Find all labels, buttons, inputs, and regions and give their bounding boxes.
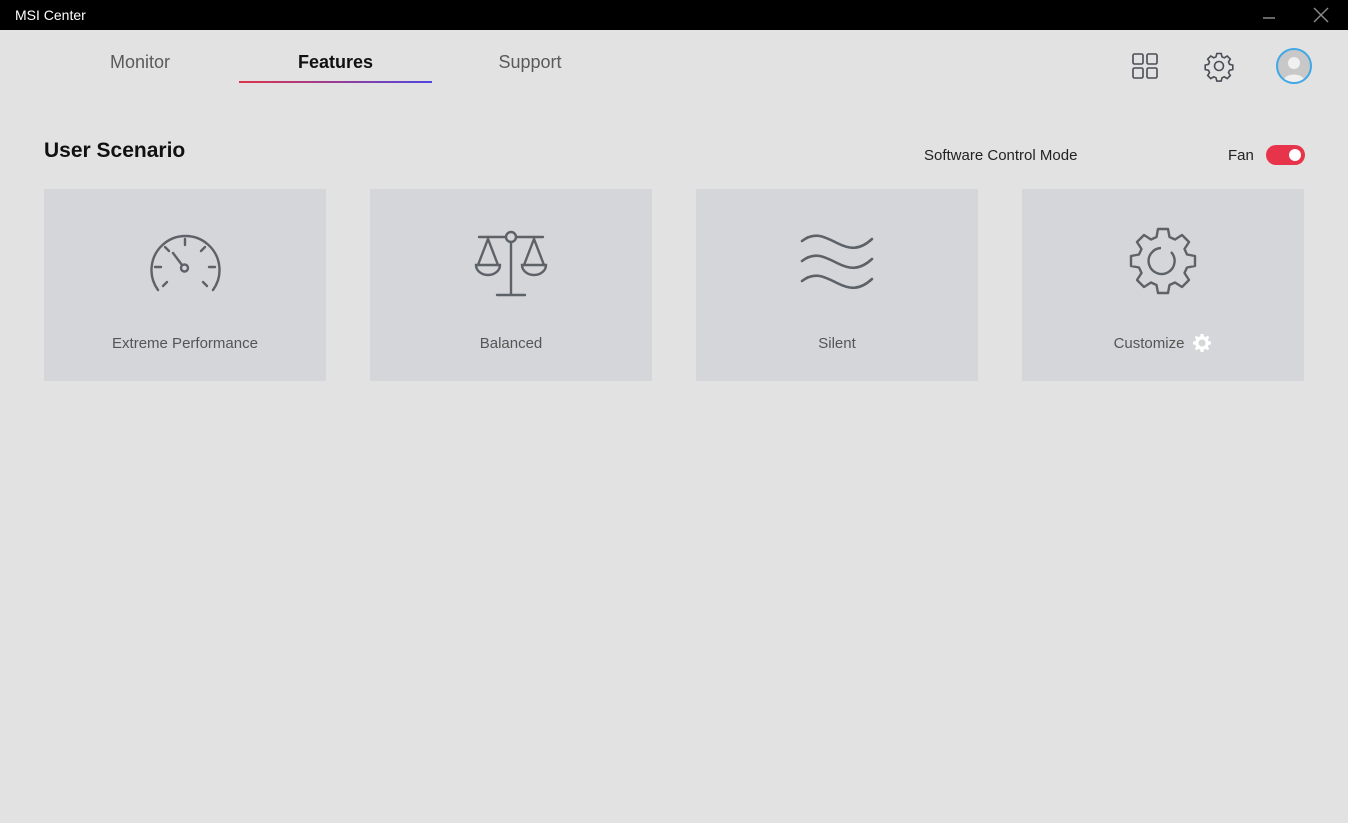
- gear-icon: [1204, 52, 1234, 82]
- section-title: User Scenario: [44, 139, 186, 162]
- scenario-card-customize[interactable]: Customize: [1022, 189, 1304, 381]
- scenario-card-balanced[interactable]: Balanced: [370, 189, 652, 381]
- close-icon: [1313, 7, 1329, 23]
- scenario-card-extreme-performance[interactable]: Extreme Performance: [44, 189, 326, 381]
- tab-features[interactable]: Features: [239, 52, 432, 73]
- toggle-knob: [1289, 149, 1301, 161]
- gear-icon: [1129, 227, 1197, 295]
- title-bar: MSI Center: [0, 0, 1348, 30]
- speedometer-icon: [150, 234, 221, 292]
- settings-button[interactable]: [1201, 48, 1237, 84]
- user-avatar[interactable]: [1276, 48, 1312, 84]
- scenario-label: Balanced: [479, 335, 543, 352]
- active-tab-indicator: [239, 81, 432, 83]
- waves-icon: [800, 234, 874, 290]
- user-icon: [1283, 57, 1305, 82]
- minimize-icon: [1263, 17, 1275, 19]
- scenario-card-silent[interactable]: Silent: [696, 189, 978, 381]
- apps-button[interactable]: [1127, 48, 1163, 84]
- minimize-button[interactable]: [1249, 0, 1289, 30]
- fan-label: Fan: [1228, 147, 1254, 164]
- apps-grid-icon: [1132, 53, 1158, 79]
- tab-support[interactable]: Support: [460, 52, 600, 73]
- window-title: MSI Center: [15, 7, 86, 23]
- balance-scale-icon: [474, 230, 548, 297]
- scenario-label: Customize: [1113, 334, 1185, 352]
- scenario-label: Extreme Performance: [112, 335, 258, 352]
- tab-monitor[interactable]: Monitor: [70, 52, 210, 73]
- scenario-label: Silent: [818, 335, 856, 352]
- fan-toggle[interactable]: [1266, 145, 1305, 165]
- software-control-mode-label: Software Control Mode: [924, 147, 1078, 164]
- close-button[interactable]: [1301, 0, 1341, 30]
- customize-settings-icon[interactable]: [1192, 333, 1212, 353]
